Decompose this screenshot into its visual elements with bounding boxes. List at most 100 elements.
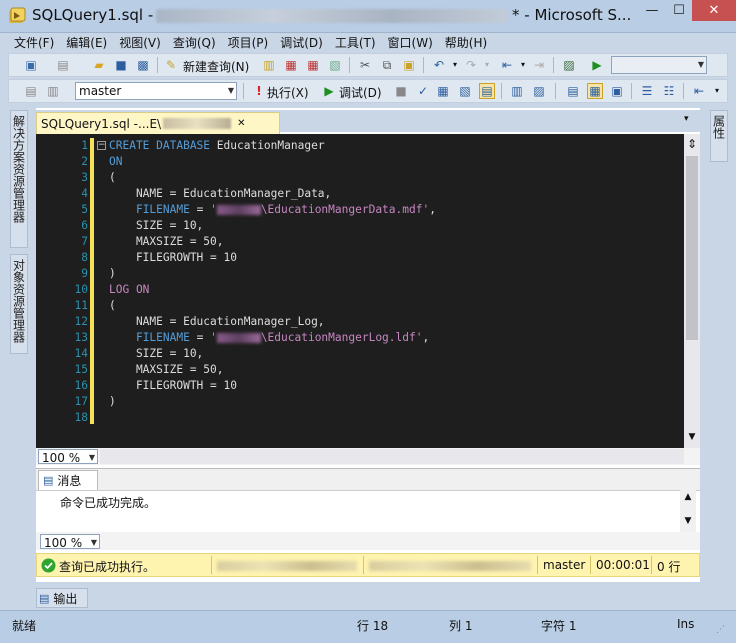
document-tab-sqlquery1[interactable]: SQLQuery1.sql -...E\ ✕ <box>36 112 280 134</box>
document-tab-close-icon[interactable]: ✕ <box>237 118 245 129</box>
editor-zoom-combo[interactable]: 100 % ▼ <box>38 449 98 465</box>
code-line: CREATE DATABASE EducationManager <box>109 139 325 152</box>
display-estimated-plan-icon[interactable]: ▦ <box>435 83 451 99</box>
solution-config-combo[interactable]: ▼ <box>611 56 707 74</box>
menu-debug[interactable]: 调试(D) <box>274 34 329 51</box>
undo-icon[interactable]: ↶ <box>431 57 447 73</box>
navigate-backward-icon[interactable]: ⇤ <box>499 57 515 73</box>
code-token: = <box>189 331 211 344</box>
redo-dropdown-icon[interactable]: ▾ <box>479 57 495 73</box>
close-window-button[interactable]: ✕ <box>692 0 736 21</box>
results-to-text-icon[interactable]: ▤ <box>565 83 581 99</box>
solution-explorer-tab[interactable]: 解决方案资源管理器 <box>10 110 28 248</box>
line-number: 6 <box>81 219 88 232</box>
menu-tools[interactable]: 工具(T) <box>329 34 382 51</box>
open-file-icon[interactable]: ▰ <box>91 57 107 73</box>
results-to-file-icon[interactable]: ▣ <box>609 83 625 99</box>
results-to-grid-icon[interactable]: ▦ <box>587 83 603 99</box>
line-number: 5 <box>81 203 88 216</box>
minimize-button[interactable]: — <box>638 0 666 21</box>
line-number: 16 <box>74 379 88 392</box>
database-selector-value: master <box>79 84 122 98</box>
include-plan-icon[interactable]: ▥ <box>509 83 525 99</box>
line-number: 8 <box>81 251 88 264</box>
tab-list-dropdown-icon[interactable]: ▾ <box>684 114 689 124</box>
decrease-indent-icon[interactable]: ⇤ <box>691 83 707 99</box>
paste-icon[interactable]: ▣ <box>401 57 417 73</box>
uncomment-icon[interactable]: ☷ <box>661 83 677 99</box>
navigate-dropdown-icon[interactable]: ▾ <box>515 57 531 73</box>
database-selector[interactable]: master ▼ <box>75 82 237 100</box>
results-to-icon[interactable]: ▤ <box>479 83 495 99</box>
navigate-forward-icon[interactable]: ⇥ <box>531 57 547 73</box>
menu-file[interactable]: 文件(F) <box>8 34 60 51</box>
code-line: FILENAME = ' \EducationMangerLog.ldf', <box>109 331 429 344</box>
comment-out-icon[interactable]: ☰ <box>639 83 655 99</box>
split-window-icon[interactable]: ⇕ <box>684 137 700 153</box>
debug-icon[interactable]: ▶ <box>321 83 337 99</box>
menu-help[interactable]: 帮助(H) <box>439 34 493 51</box>
client-statistics-icon[interactable]: ▨ <box>531 83 547 99</box>
menu-window[interactable]: 窗口(W) <box>382 34 439 51</box>
menu-query[interactable]: 查询(Q) <box>167 34 222 51</box>
code-token: \EducationMangerLog.ldf' <box>260 331 423 344</box>
code-line: FILEGROWTH = 10 <box>109 379 237 392</box>
copy-icon[interactable]: ⧉ <box>379 57 395 73</box>
messages-scroll-up-icon[interactable]: ▲ <box>680 492 696 502</box>
code-token: , <box>429 203 436 216</box>
debug-button[interactable]: 调试(D) <box>339 84 382 101</box>
line-number: 14 <box>74 347 88 360</box>
database-engine-query-icon[interactable]: ▥ <box>261 57 277 73</box>
start-debugging-icon[interactable]: ▶ <box>589 57 605 73</box>
add-item-icon[interactable]: ▤ <box>55 57 71 73</box>
xmla-query-icon[interactable]: ▧ <box>327 57 343 73</box>
query-status-database: master <box>543 558 586 572</box>
maximize-button[interactable]: ☐ <box>666 0 692 21</box>
messages-icon: ▤ <box>43 474 54 487</box>
results-zoom-combo[interactable]: 100 % ▼ <box>40 534 100 550</box>
cancel-query-icon[interactable]: ■ <box>393 83 409 99</box>
code-line: LOG ON <box>109 283 149 296</box>
change-connection-icon[interactable]: ▥ <box>45 83 61 99</box>
object-explorer-tab[interactable]: 对象资源管理器 <box>10 254 28 354</box>
parse-icon[interactable]: ✓ <box>415 83 431 99</box>
messages-tab[interactable]: ▤ 消息 <box>38 470 98 490</box>
messages-scroll-down-icon[interactable]: ▼ <box>680 516 696 526</box>
status-bar: 就绪 行 18 列 1 字符 1 Ins ⋰ <box>0 610 736 643</box>
properties-tab[interactable]: 属性 <box>710 110 728 162</box>
menu-project[interactable]: 项目(P) <box>222 34 275 51</box>
connect-icon[interactable]: ▤ <box>23 83 39 99</box>
messages-tab-label: 消息 <box>57 474 82 488</box>
save-icon[interactable]: ■ <box>113 57 129 73</box>
collapse-outline-icon[interactable]: − <box>97 141 106 150</box>
output-window-tab[interactable]: ▤ 输出 <box>36 588 88 608</box>
cut-icon[interactable]: ✂ <box>357 57 373 73</box>
query-status-bar: 查询已成功执行。 master 00:00:01 0 行 <box>36 553 700 577</box>
code-token: FILEGROWTH = 10 <box>109 379 237 392</box>
messages-scrollbar[interactable]: ▲ ▼ <box>680 490 696 532</box>
scroll-down-icon[interactable]: ▼ <box>684 432 700 446</box>
status-line: 行 18 <box>357 619 389 633</box>
analysis-dmx-query-icon[interactable]: ▦ <box>305 57 321 73</box>
editor-scroll-thumb[interactable] <box>686 156 698 340</box>
redo-icon[interactable]: ↷ <box>463 57 479 73</box>
execute-button[interactable]: 执行(X) <box>267 84 309 101</box>
execute-icon[interactable]: ! <box>251 83 267 99</box>
undo-dropdown-icon[interactable]: ▾ <box>447 57 463 73</box>
code-token: SIZE = 10, <box>109 219 204 232</box>
menu-view[interactable]: 视图(V) <box>113 34 167 51</box>
title-redacted <box>156 9 508 23</box>
menu-edit[interactable]: 编辑(E) <box>60 34 113 51</box>
resize-grip-icon[interactable]: ⋰ <box>716 625 725 635</box>
code-line: NAME = EducationManager_Data, <box>109 187 331 200</box>
activity-monitor-icon[interactable]: ▨ <box>561 57 577 73</box>
output-tab-label: 输出 <box>53 591 78 606</box>
new-query-icon[interactable]: ✎ <box>163 57 179 73</box>
toolbar-overflow-icon[interactable]: ▾ <box>709 83 725 99</box>
save-all-icon[interactable]: ▩ <box>135 57 151 73</box>
new-query-button[interactable]: 新建查询(N) <box>183 58 249 75</box>
new-project-icon[interactable]: ▣ <box>23 57 39 73</box>
query-designer-icon[interactable]: ▧ <box>457 83 473 99</box>
analysis-mdx-query-icon[interactable]: ▦ <box>283 57 299 73</box>
editor-horizontal-scrollbar[interactable] <box>100 449 684 464</box>
